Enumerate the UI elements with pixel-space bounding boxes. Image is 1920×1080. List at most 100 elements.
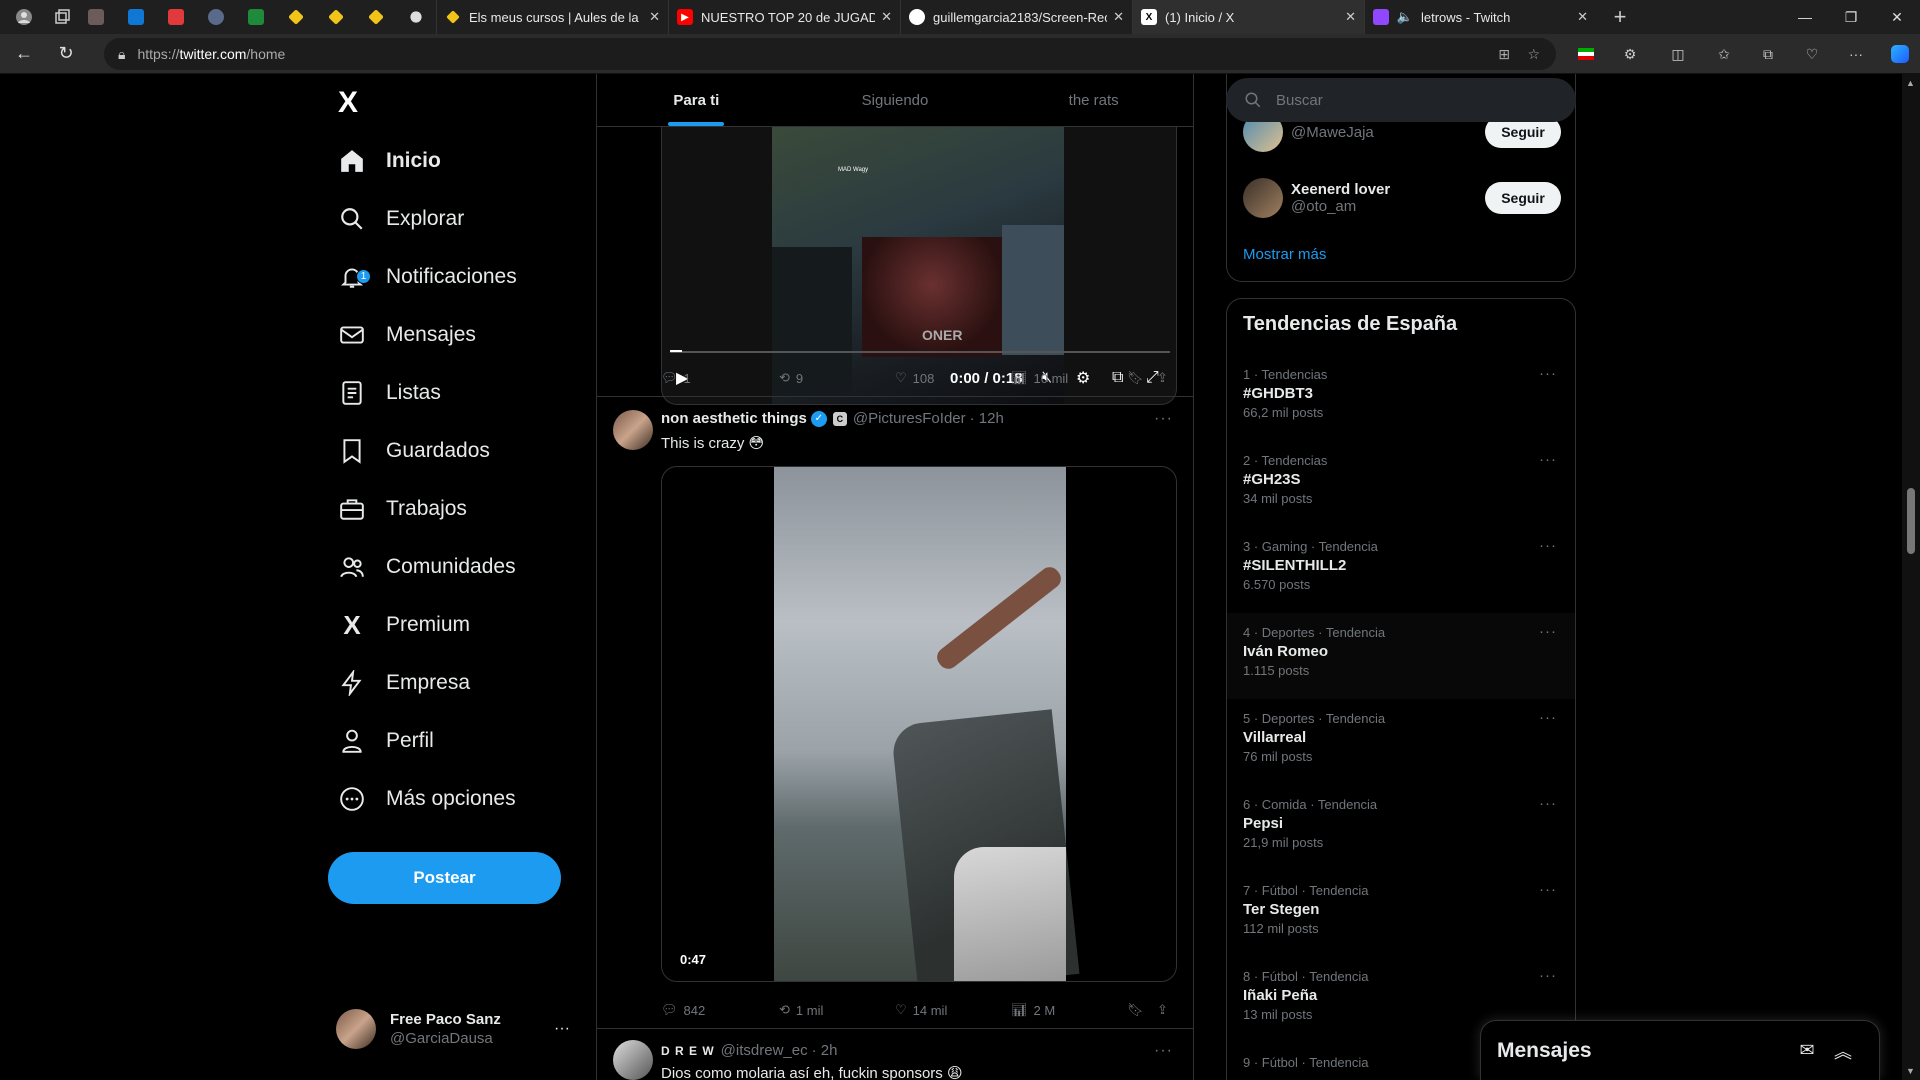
close-tab-icon[interactable]: ✕ [1113, 9, 1124, 25]
more-icon[interactable]: ··· [1539, 881, 1557, 898]
trend-item[interactable]: 7 · Fútbol · Tendencia Ter Stegen 112 mil … [1227, 871, 1575, 957]
account-switcher[interactable]: Free Paco Sanz @GarciaDausa ··· [336, 1004, 576, 1054]
share-icon[interactable]: ⇪ [1157, 370, 1168, 386]
nav-premium[interactable]: X Premium [338, 600, 470, 650]
follow-button[interactable]: Seguir [1485, 182, 1561, 214]
author-handle[interactable]: @itsdrew_ec [721, 1042, 808, 1059]
close-tab-icon[interactable]: ✕ [1577, 9, 1588, 25]
url-input[interactable]: 🔒︎ https://twitter.com/home ⊞ ☆ [104, 38, 1556, 70]
close-tab-icon[interactable]: ✕ [881, 9, 892, 25]
pinned-tab[interactable] [196, 0, 236, 34]
nav-trabajos[interactable]: Trabajos [338, 484, 467, 534]
nav-empresa[interactable]: Empresa [338, 658, 470, 708]
nav-listas[interactable]: Listas [338, 368, 441, 418]
tweet-time[interactable]: · 12h [970, 410, 1004, 427]
trend-item[interactable]: 2 · Tendencias #GH23S 34 mil posts ··· [1227, 441, 1575, 527]
pinned-tab[interactable] [276, 0, 316, 34]
nav-comunidades[interactable]: Comunidades [338, 542, 516, 592]
trend-item[interactable]: 3 · Gaming · Tendencia #SILENTHILL2 6.570 … [1227, 527, 1575, 613]
views-button[interactable]: 📊︎ 2 M [1011, 1002, 1055, 1018]
close-tab-icon[interactable]: ✕ [1345, 9, 1356, 25]
nav-mas-opciones[interactable]: Más opciones [338, 774, 516, 824]
browser-tab-active[interactable]: X (1) Inicio / X ✕ [1132, 0, 1364, 34]
trend-item[interactable]: 6 · Comida · Tendencia Pepsi 21,9 mil post… [1227, 785, 1575, 871]
author-name[interactable]: D R E W [661, 1044, 715, 1058]
copilot-icon[interactable] [1886, 40, 1914, 68]
follow-suggestion[interactable]: Xeenerd lover @oto_am Seguir [1243, 174, 1561, 222]
more-icon[interactable]: ··· [1539, 623, 1557, 640]
close-tab-icon[interactable]: ✕ [649, 9, 660, 25]
close-window-icon[interactable]: ✕ [1874, 0, 1920, 34]
search-input[interactable]: Buscar [1226, 78, 1576, 122]
trend-item[interactable]: 1 · Tendencias #GHDBT3 66,2 mil posts ··· [1227, 355, 1575, 441]
repost-button[interactable]: ⟲ 9 [779, 370, 803, 386]
nav-notificaciones[interactable]: 1 Notificaciones [338, 252, 517, 302]
settings-more-icon[interactable]: ··· [1842, 40, 1870, 68]
browser-tab[interactable]: 🔈 letrows - Twitch ✕ [1364, 0, 1596, 34]
pinned-tab[interactable] [156, 0, 196, 34]
more-icon[interactable]: ··· [1539, 709, 1557, 726]
trend-item[interactable]: 4 · Deportes · Tendencia Iván Romeo 1.115 … [1227, 613, 1575, 699]
nav-perfil[interactable]: Perfil [338, 716, 434, 766]
author-name[interactable]: non aesthetic things [661, 410, 807, 427]
bookmark-icon[interactable]: 🔖︎ [1127, 370, 1144, 386]
pinned-tab[interactable] [76, 0, 116, 34]
show-more-link[interactable]: Mostrar más [1243, 246, 1326, 263]
video-player[interactable]: MAD Wagy ONER ▶ 0:00 / 0:18 🔇︎ ⚙ ⧉ ⤢ [661, 127, 1177, 405]
repost-button[interactable]: ⟲ 1 mil [779, 1002, 823, 1018]
pinned-tab-outlook[interactable] [116, 0, 156, 34]
browser-tab[interactable]: guillemgarcia2183/Screen-Recorder ✕ [900, 0, 1132, 34]
tweet-time[interactable]: · 2h [812, 1042, 838, 1059]
collections-icon[interactable]: ⧉ [1754, 40, 1782, 68]
like-button[interactable]: ♡ 108 [895, 370, 934, 386]
new-message-icon[interactable]: ✉ [1789, 1033, 1825, 1069]
reply-button[interactable]: 💬︎ 1 [661, 370, 691, 386]
views-button[interactable]: 📊︎ 10 mil [1011, 370, 1068, 386]
more-icon[interactable]: ··· [1539, 451, 1557, 468]
scroll-down-icon[interactable]: ▼ [1906, 1066, 1915, 1076]
browser-essentials-icon[interactable]: ♡ [1798, 40, 1826, 68]
page-scrollbar[interactable]: ▲ ▼ [1902, 74, 1920, 1080]
pinned-tab[interactable] [316, 0, 356, 34]
pinned-tab[interactable] [236, 0, 276, 34]
x-logo-icon[interactable]: X [338, 86, 378, 126]
scroll-up-icon[interactable]: ▲ [1906, 78, 1915, 88]
more-icon[interactable]: ··· [1539, 365, 1557, 382]
pinned-tab[interactable] [396, 0, 436, 34]
tab-the-rats[interactable]: the rats [994, 74, 1193, 126]
favorite-star-icon[interactable]: ☆ [1527, 46, 1540, 63]
browser-tab[interactable]: Els meus cursos | Aules de la UAB ✕ [436, 0, 668, 34]
more-icon[interactable]: ··· [1539, 967, 1557, 984]
more-icon[interactable]: ··· [1539, 795, 1557, 812]
flag-extension-icon[interactable] [1572, 40, 1600, 68]
bookmark-icon[interactable]: 🔖︎ [1127, 1002, 1144, 1018]
post-button[interactable]: Postear [328, 852, 561, 904]
profile-icon[interactable] [10, 3, 38, 31]
tab-siguiendo[interactable]: Siguiendo [796, 74, 995, 126]
share-icon[interactable]: ⇪ [1157, 1002, 1168, 1018]
restore-icon[interactable]: ❐ [1828, 0, 1874, 34]
app-available-icon[interactable]: ⊞ [1498, 46, 1510, 63]
messages-drawer[interactable]: Mensajes ✉ ︽ [1480, 1020, 1880, 1080]
browser-tab[interactable]: ▶ NUESTRO TOP 20 de JUGADORES ✕ [668, 0, 900, 34]
expand-up-icon[interactable]: ︽ [1825, 1033, 1861, 1069]
extensions-icon[interactable]: ⚙ [1616, 40, 1644, 68]
back-icon[interactable]: ← [6, 38, 42, 70]
tab-para-ti[interactable]: Para ti [597, 74, 796, 126]
pinned-tab[interactable] [356, 0, 396, 34]
reload-icon[interactable]: ↻ [48, 38, 84, 70]
nav-inicio[interactable]: Inicio [338, 136, 441, 186]
video-player[interactable]: 0:47 [661, 466, 1177, 982]
like-button[interactable]: ♡ 14 mil [895, 1002, 947, 1018]
author-handle[interactable]: @PicturesFoIder [853, 410, 966, 427]
more-icon[interactable]: ··· [1154, 1042, 1173, 1060]
speaker-icon[interactable]: 🔈 [1397, 9, 1413, 25]
nav-guardados[interactable]: Guardados [338, 426, 490, 476]
minimize-icon[interactable]: — [1782, 0, 1828, 34]
nav-mensajes[interactable]: Mensajes [338, 310, 476, 360]
scrollbar-thumb[interactable] [1907, 488, 1915, 554]
nav-explorar[interactable]: Explorar [338, 194, 464, 244]
split-screen-icon[interactable]: ◫ [1664, 40, 1692, 68]
reply-button[interactable]: 💬︎ 842 [661, 1002, 705, 1018]
avatar[interactable] [613, 410, 653, 450]
